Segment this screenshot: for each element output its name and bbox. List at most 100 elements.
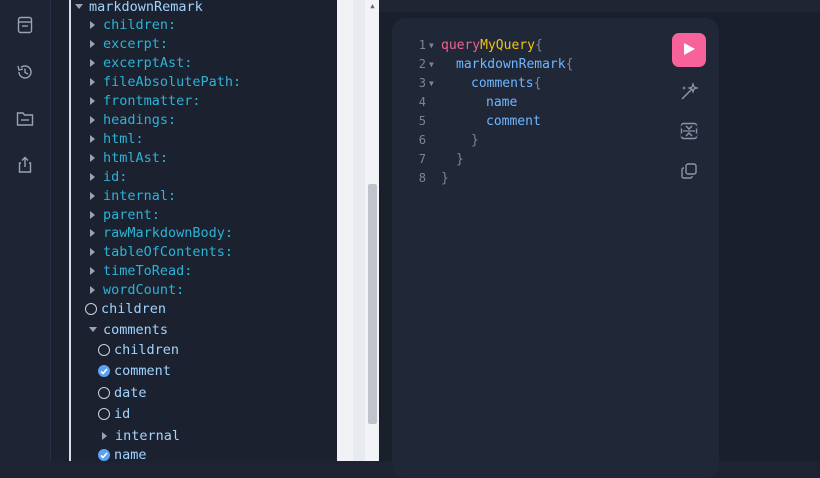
history-icon[interactable]: [16, 63, 34, 81]
tree-root-markdownremark[interactable]: markdownRemark: [73, 0, 203, 16]
code-brace: }: [471, 133, 479, 148]
field-label: children:: [103, 17, 177, 33]
share-icon[interactable]: [16, 156, 34, 174]
tree-node-comments-internal[interactable]: internal: [99, 427, 180, 445]
line-number: 4: [418, 95, 426, 109]
copy-icon[interactable]: [679, 161, 699, 181]
line-number: 5: [418, 114, 426, 128]
caret-right-icon: [87, 229, 99, 237]
explorer-border: [69, 0, 71, 461]
node-label: comment: [114, 363, 171, 379]
merge-icon[interactable]: [679, 121, 699, 141]
caret-right-icon: [87, 192, 99, 200]
field-label: internal:: [103, 188, 177, 204]
scrollbar-thumb[interactable]: [368, 184, 377, 424]
field-label: rawMarkdownBody:: [103, 225, 234, 241]
code-query-name: MyQuery: [480, 38, 535, 53]
fold-icon[interactable]: ▼: [429, 41, 434, 50]
node-label: internal: [115, 428, 181, 444]
tree-field-internal[interactable]: internal:: [87, 187, 176, 205]
tree-field-frontmatter[interactable]: frontmatter:: [87, 92, 201, 110]
code-line-5[interactable]: comment: [486, 112, 541, 131]
node-label: id: [114, 406, 131, 422]
explorer-panel: markdownRemark children: excerpt: excerp…: [51, 0, 337, 461]
field-label: tableOfContents:: [103, 244, 234, 260]
code-line-3[interactable]: comments {: [471, 74, 541, 93]
node-label: children: [101, 301, 167, 317]
prettify-icon[interactable]: [679, 82, 699, 102]
fold-icon[interactable]: ▼: [429, 79, 434, 88]
code-brace: {: [534, 38, 543, 53]
tree-field-wordcount[interactable]: wordCount:: [87, 281, 184, 299]
tree-node-comments-name[interactable]: name: [98, 446, 147, 461]
tree-field-tableofcontents[interactable]: tableOfContents:: [87, 243, 233, 261]
tree-field-id[interactable]: id:: [87, 168, 127, 186]
line-number: 3: [418, 76, 426, 90]
code-line-2[interactable]: markdownRemark {: [456, 55, 573, 74]
line-number: 6: [418, 133, 426, 147]
caret-right-icon: [99, 432, 111, 440]
code-field: markdownRemark: [456, 57, 566, 72]
code-line-4[interactable]: name: [486, 93, 517, 112]
run-icon: [682, 41, 696, 60]
node-label: name: [114, 447, 147, 461]
tree-node-children[interactable]: children: [85, 300, 166, 318]
code-field: comments: [471, 76, 534, 91]
code-brace: {: [533, 76, 542, 91]
field-label: id:: [103, 169, 128, 185]
tree-node-comments[interactable]: comments: [87, 321, 168, 339]
panel-resizer-edge: [353, 0, 365, 461]
field-label: headings:: [103, 112, 177, 128]
checkbox-unchecked-icon[interactable]: [98, 344, 110, 356]
checkbox-checked-icon[interactable]: [98, 365, 110, 377]
query-editor-card[interactable]: [392, 18, 719, 478]
tree-field-timetoread[interactable]: timeToRead:: [87, 262, 192, 280]
folder-icon[interactable]: [16, 110, 34, 128]
code-line-8[interactable]: }: [441, 169, 449, 188]
scroll-up-icon[interactable]: ▲: [368, 2, 377, 10]
caret-right-icon: [87, 286, 99, 294]
document-icon[interactable]: [16, 16, 34, 34]
field-label: frontmatter:: [103, 93, 201, 109]
tree-field-rawmarkdownbody[interactable]: rawMarkdownBody:: [87, 224, 233, 242]
panel-resizer[interactable]: [337, 0, 353, 461]
checkbox-checked-icon[interactable]: [98, 449, 110, 461]
line-number: 2: [418, 57, 426, 71]
tree-field-headings[interactable]: headings:: [87, 111, 176, 129]
node-label: date: [114, 385, 147, 401]
checkbox-unchecked-icon[interactable]: [85, 303, 97, 315]
field-label: excerpt:: [103, 36, 169, 52]
code-brace: }: [441, 171, 449, 186]
tree-node-comments-comment[interactable]: comment: [98, 362, 171, 380]
code-line-7[interactable]: }: [456, 150, 464, 169]
tree-field-htmlast[interactable]: htmlAst:: [87, 149, 168, 167]
field-label: wordCount:: [103, 282, 185, 298]
caret-down-icon: [87, 327, 99, 333]
tree-node-comments-children[interactable]: children: [98, 341, 179, 359]
tree-field-children[interactable]: children:: [87, 16, 176, 34]
field-label: fileAbsolutePath:: [103, 74, 242, 90]
caret-down-icon: [73, 4, 85, 10]
tree-field-excerpt[interactable]: excerpt:: [87, 35, 168, 53]
caret-right-icon: [87, 211, 99, 219]
checkbox-unchecked-icon[interactable]: [98, 408, 110, 420]
tree-field-html[interactable]: html:: [87, 130, 144, 148]
code-line-6[interactable]: }: [471, 131, 479, 150]
field-label: parent:: [103, 207, 160, 223]
fold-icon[interactable]: ▼: [429, 60, 434, 69]
caret-right-icon: [87, 173, 99, 181]
code-keyword: query: [441, 38, 481, 53]
run-query-button[interactable]: [672, 33, 706, 67]
editor-topbar: [379, 0, 820, 12]
checkbox-unchecked-icon[interactable]: [98, 387, 110, 399]
tree-field-parent[interactable]: parent:: [87, 206, 160, 224]
caret-right-icon: [87, 248, 99, 256]
code-line-1[interactable]: query MyQuery {: [441, 36, 543, 55]
left-rail: [0, 0, 50, 461]
tree-field-fileabsolutepath[interactable]: fileAbsolutePath:: [87, 73, 241, 91]
line-number: 1: [418, 38, 426, 52]
tree-field-excerptast[interactable]: excerptAst:: [87, 54, 192, 72]
field-label: timeToRead:: [103, 263, 193, 279]
tree-node-comments-date[interactable]: date: [98, 384, 147, 402]
tree-node-comments-id[interactable]: id: [98, 405, 130, 423]
